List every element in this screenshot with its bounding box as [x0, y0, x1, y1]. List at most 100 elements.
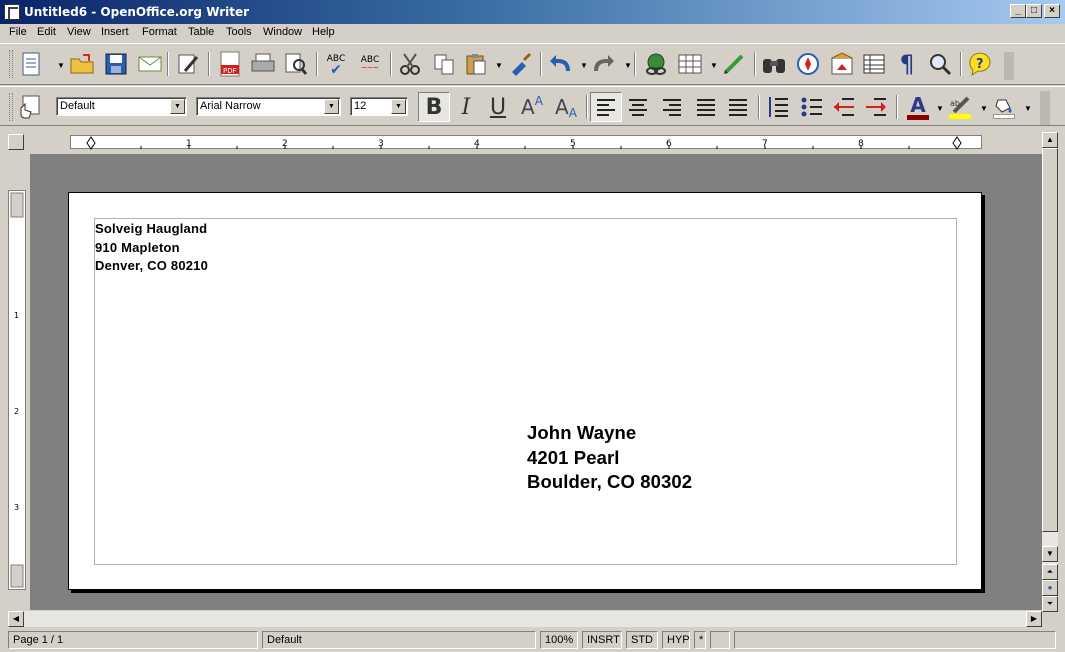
- increase-indent-icon[interactable]: [862, 93, 890, 121]
- help-icon[interactable]: ?: [966, 50, 994, 78]
- menu-edit[interactable]: Edit: [37, 26, 56, 38]
- toolbar-grip[interactable]: [9, 50, 13, 78]
- close-button[interactable]: ×: [1044, 4, 1060, 18]
- horizontal-ruler[interactable]: 1 2 3 4 5 6 7 8: [30, 132, 1042, 152]
- page-preview-icon[interactable]: [282, 50, 310, 78]
- hyperlink-mode-indicator[interactable]: HYP: [662, 631, 690, 649]
- spellcheck-icon[interactable]: ABC ✔: [322, 50, 350, 78]
- decrease-indent-icon[interactable]: [830, 93, 858, 121]
- sender-address[interactable]: Solveig Haugland 910 Mapleton Denver, CO…: [95, 220, 208, 276]
- page-indicator[interactable]: Page 1 / 1: [8, 631, 258, 649]
- font-color-icon[interactable]: A: [904, 93, 932, 121]
- styles-formatting-icon[interactable]: [16, 93, 44, 121]
- print-icon[interactable]: [249, 50, 277, 78]
- scroll-right-button[interactable]: ▶: [1026, 611, 1042, 627]
- paste-dropdown-icon[interactable]: ▼: [495, 61, 503, 70]
- background-color-icon[interactable]: [990, 93, 1018, 121]
- vertical-ruler[interactable]: 1 2 3: [8, 190, 26, 590]
- next-page-button[interactable]: ⏷: [1042, 596, 1058, 612]
- menu-insert[interactable]: Insert: [101, 26, 129, 38]
- justify-icon[interactable]: [692, 93, 720, 121]
- font-dropdown-arrow-icon[interactable]: ▼: [324, 99, 339, 114]
- maximize-button[interactable]: □: [1026, 4, 1042, 18]
- highlighting-icon[interactable]: ab: [946, 93, 974, 121]
- minimize-button[interactable]: _: [1010, 4, 1026, 18]
- align-center-icon[interactable]: [624, 93, 652, 121]
- document-page[interactable]: Solveig Haugland 910 Mapleton Denver, CO…: [68, 192, 982, 590]
- new-document-icon[interactable]: [18, 50, 46, 78]
- data-sources-icon[interactable]: [860, 50, 888, 78]
- underline-icon[interactable]: U: [484, 93, 512, 121]
- show-draw-functions-icon[interactable]: [720, 50, 748, 78]
- align-left-icon[interactable]: [590, 92, 622, 122]
- ruler-corner-button[interactable]: [8, 134, 24, 150]
- menu-tools[interactable]: Tools: [226, 26, 252, 38]
- menu-table[interactable]: Table: [188, 26, 214, 38]
- navigation-button[interactable]: ●: [1042, 580, 1058, 596]
- scroll-up-button[interactable]: ▲: [1042, 132, 1058, 148]
- menu-view[interactable]: View: [67, 26, 91, 38]
- page-style-indicator[interactable]: Default: [262, 631, 536, 649]
- insert-mode-indicator[interactable]: INSRT: [582, 631, 622, 649]
- writer-app-icon[interactable]: [4, 4, 20, 20]
- font-name-select[interactable]: Arial Narrow ▼: [196, 97, 341, 116]
- background-color-dropdown-icon[interactable]: ▼: [1024, 104, 1032, 113]
- save-icon[interactable]: [102, 50, 130, 78]
- navigator-icon[interactable]: [794, 50, 822, 78]
- italic-icon[interactable]: I: [452, 93, 480, 121]
- menu-file[interactable]: File: [9, 26, 27, 38]
- formatting-overflow-handle[interactable]: [1040, 91, 1050, 125]
- bullet-list-icon[interactable]: [798, 93, 826, 121]
- hyperlink-icon[interactable]: [642, 50, 670, 78]
- copy-icon[interactable]: [430, 50, 458, 78]
- formatting-toolbar: Default ▼ Arial Narrow ▼ 12 ▼ B I U AA A…: [0, 86, 1065, 126]
- clone-formatting-icon[interactable]: [506, 50, 534, 78]
- autospellcheck-icon[interactable]: ABC ~~~: [356, 50, 384, 78]
- selection-mode-indicator[interactable]: STD: [626, 631, 658, 649]
- zoom-icon[interactable]: [926, 50, 954, 78]
- undo-icon[interactable]: [546, 50, 574, 78]
- font-color-dropdown-icon[interactable]: ▼: [936, 104, 944, 113]
- line-spacing-icon[interactable]: [764, 93, 792, 121]
- highlighting-dropdown-icon[interactable]: ▼: [980, 104, 988, 113]
- formatting-marks-icon[interactable]: ¶: [893, 50, 921, 78]
- find-replace-icon[interactable]: [760, 50, 788, 78]
- size-dropdown-arrow-icon[interactable]: ▼: [391, 99, 406, 114]
- gallery-icon[interactable]: [828, 50, 856, 78]
- export-pdf-icon[interactable]: PDF: [216, 50, 244, 78]
- scroll-left-button[interactable]: ◀: [8, 611, 24, 627]
- redo-dropdown-icon[interactable]: ▼: [624, 61, 632, 70]
- open-folder-icon[interactable]: [68, 50, 96, 78]
- scroll-thumb[interactable]: [1042, 148, 1058, 532]
- menu-help[interactable]: Help: [312, 26, 335, 38]
- left-indent-marker[interactable]: [86, 136, 96, 150]
- previous-page-button[interactable]: ⏶: [1042, 564, 1058, 580]
- right-indent-marker[interactable]: [952, 136, 962, 150]
- recipient-address[interactable]: John Wayne 4201 Pearl Boulder, CO 80302: [527, 421, 692, 495]
- vertical-scrollbar[interactable]: ▲ ▼ ⏶ ● ⏷: [1042, 132, 1058, 612]
- email-document-icon[interactable]: [136, 50, 164, 78]
- toolbar-overflow-handle[interactable]: [1004, 52, 1014, 80]
- menu-format[interactable]: Format: [142, 26, 177, 38]
- subscript-icon[interactable]: AA: [552, 93, 580, 121]
- font-size-select[interactable]: 12 ▼: [350, 97, 408, 116]
- cut-icon[interactable]: [396, 50, 424, 78]
- zoom-indicator[interactable]: 100%: [540, 631, 578, 649]
- bold-icon[interactable]: B: [418, 92, 450, 122]
- horizontal-scrollbar[interactable]: ◀ ▶: [8, 611, 1042, 627]
- superscript-icon[interactable]: AA: [518, 93, 546, 121]
- undo-dropdown-icon[interactable]: ▼: [580, 61, 588, 70]
- table-dropdown-icon[interactable]: ▼: [710, 61, 718, 70]
- formatting-toolbar-grip[interactable]: [9, 93, 13, 121]
- new-dropdown-icon[interactable]: ▼: [57, 61, 65, 70]
- paragraph-style-select[interactable]: Default ▼: [56, 97, 187, 116]
- justify-full-icon[interactable]: [724, 93, 752, 121]
- scroll-down-button[interactable]: ▼: [1042, 546, 1058, 562]
- style-dropdown-arrow-icon[interactable]: ▼: [170, 99, 185, 114]
- redo-icon[interactable]: [590, 50, 618, 78]
- table-icon[interactable]: [676, 50, 704, 78]
- menu-window[interactable]: Window: [263, 26, 302, 38]
- align-right-icon[interactable]: [658, 93, 686, 121]
- paste-icon[interactable]: [462, 50, 490, 78]
- edit-file-icon[interactable]: [174, 50, 202, 78]
